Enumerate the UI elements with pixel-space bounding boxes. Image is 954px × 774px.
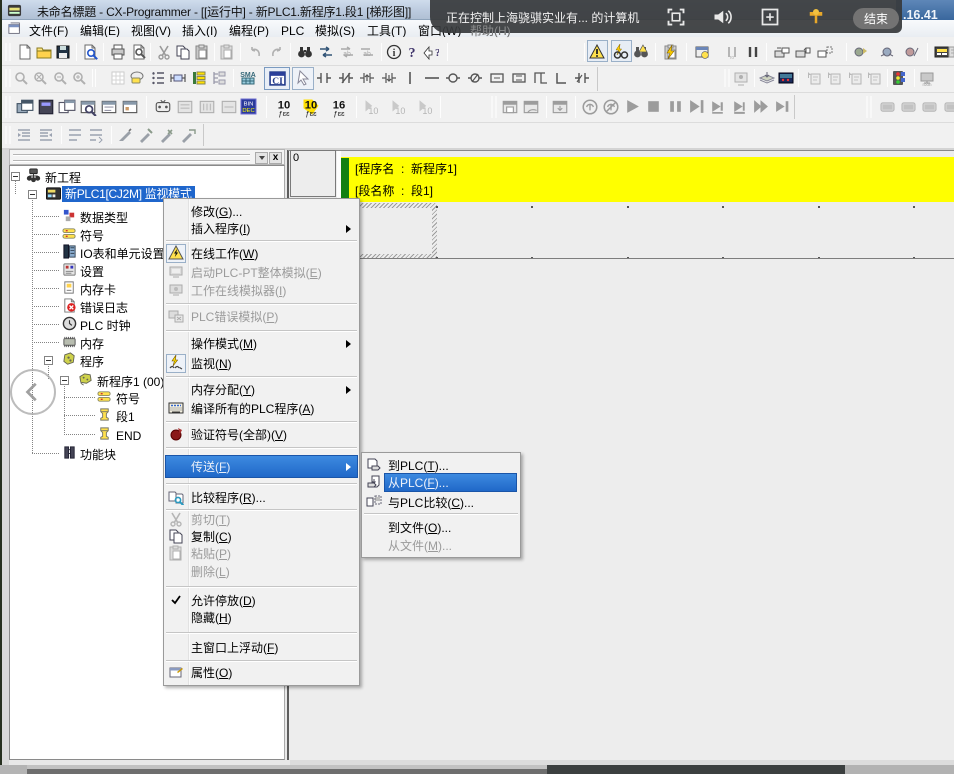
svg-text:CI: CI <box>272 76 283 87</box>
svg-text:roon: roon <box>922 82 932 86</box>
svg-text:ƒɛɛ: ƒɛɛ <box>305 109 317 118</box>
svg-text:10: 10 <box>395 106 405 116</box>
svg-text:10: 10 <box>422 106 432 116</box>
svg-text:ƒɛɛ: ƒɛɛ <box>278 109 290 118</box>
svg-text:ro: ro <box>730 54 735 60</box>
svg-text:ab: ab <box>363 49 371 59</box>
svg-text:ab: ab <box>343 49 351 59</box>
svg-text:?: ? <box>409 46 416 60</box>
svg-text:10: 10 <box>368 106 378 116</box>
svg-text:?: ? <box>435 47 439 59</box>
svg-text:i: i <box>393 48 396 59</box>
svg-text:DEC: DEC <box>242 108 254 114</box>
svg-text:BIN: BIN <box>244 101 254 107</box>
svg-text:ƒɛɛ: ƒɛɛ <box>333 109 345 118</box>
